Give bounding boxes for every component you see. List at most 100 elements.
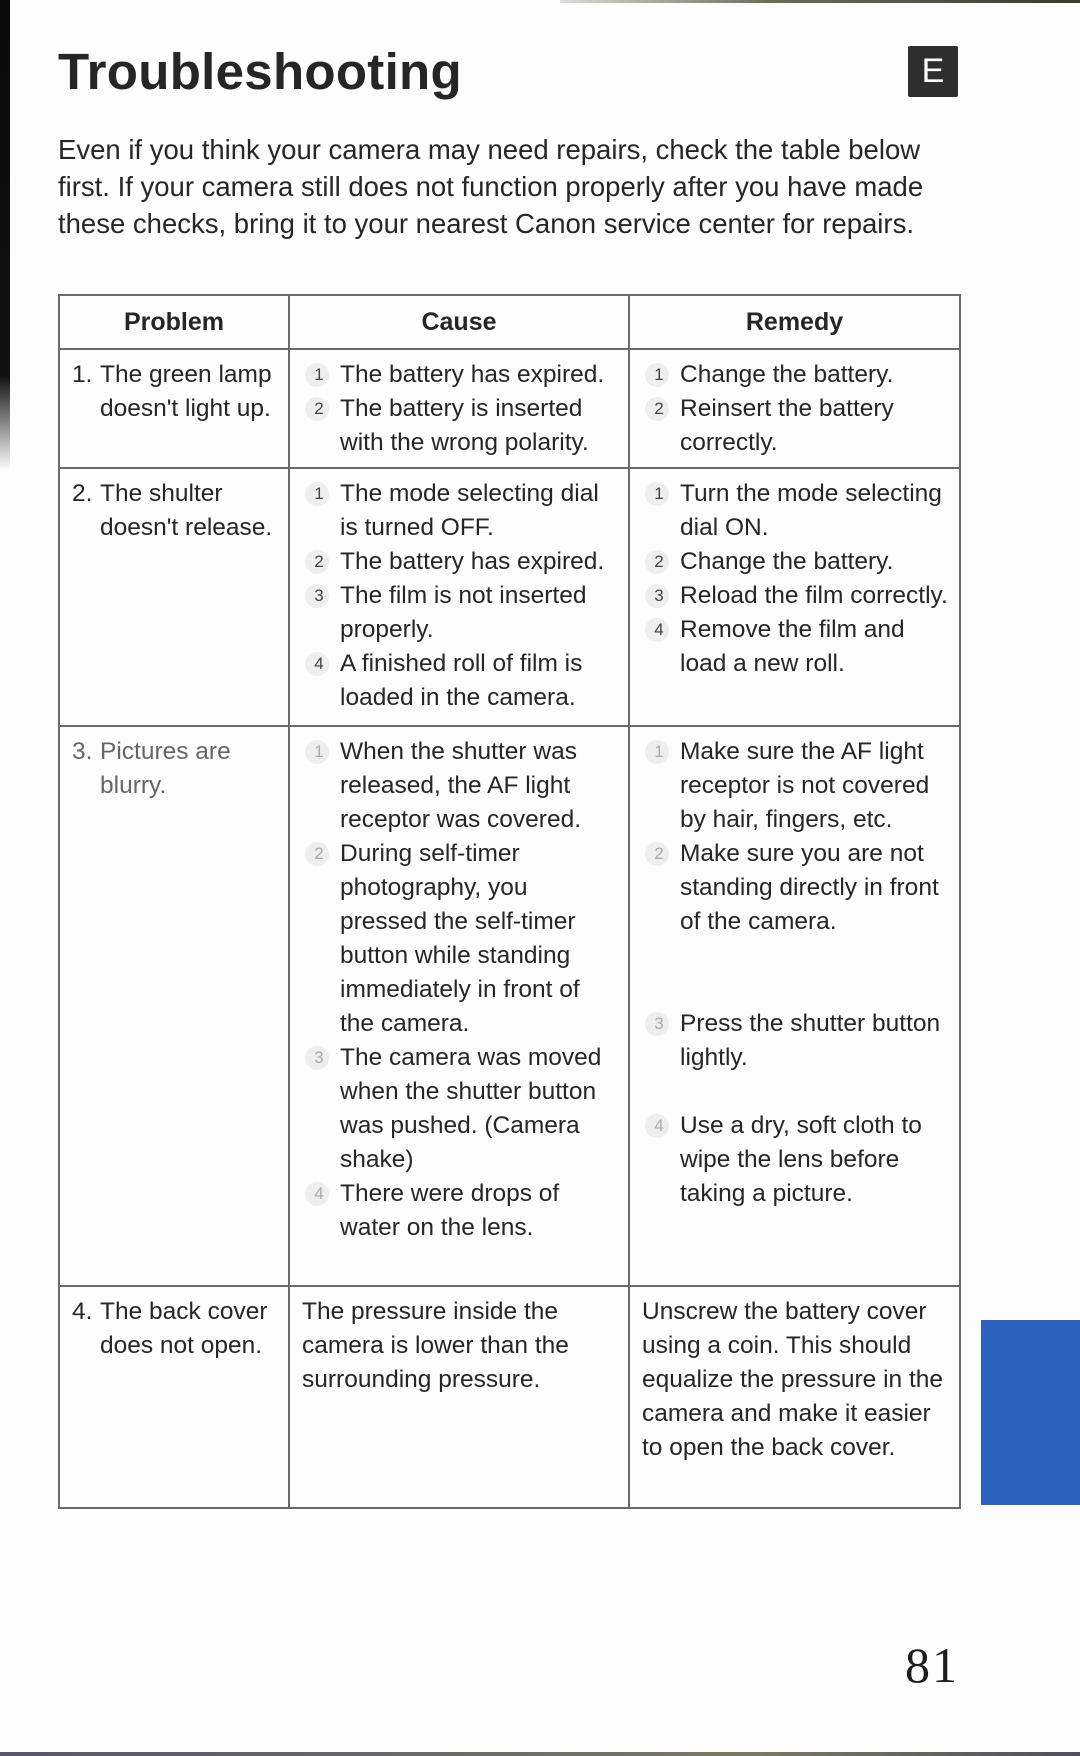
page-number: 81: [905, 1637, 959, 1693]
circled-number-icon: 1: [642, 358, 680, 392]
header-cause: Cause: [288, 294, 630, 350]
cause-text: The battery has expired.: [340, 361, 605, 388]
cause-cell: The pressure inside the camera is lower …: [288, 1285, 630, 1509]
remedy-item: 4 Use a dry, soft cloth to wipe the lens…: [642, 1109, 949, 1211]
circled-number-icon: 2: [642, 837, 680, 939]
remedy-cell: 1 Change the battery. 2 Reinsert the bat…: [628, 348, 961, 469]
problem-cell: 1. The green lamp doesn't light up.: [58, 348, 290, 469]
circled-number-icon: 2: [302, 392, 340, 460]
circled-number-icon: 3: [642, 579, 680, 613]
remedy-cell: 1 Make sure the AF light receptor is not…: [628, 725, 961, 1287]
remedy-text: Unscrew the battery cover using a coin. …: [642, 1298, 943, 1461]
cause-item: 1 The mode selecting dial is turned OFF.: [302, 477, 618, 545]
cause-text: The battery has expired.: [340, 548, 605, 575]
remedy-text: Press the shutter button lightly.: [680, 1010, 941, 1071]
problem-number: 2.: [72, 480, 93, 507]
remedy-text: Change the battery.: [680, 361, 894, 388]
language-badge: E: [908, 46, 958, 97]
cause-item: 1 The battery has expired.: [302, 358, 618, 392]
circled-number-icon: 2: [302, 545, 340, 579]
section-tab: [981, 1320, 1080, 1505]
scan-top-edge: [560, 0, 1080, 3]
cause-item: 2 The battery has expired.: [302, 545, 618, 579]
problem-cell: 2. The shulter doesn't release.: [58, 467, 290, 727]
problem-number: 1.: [72, 361, 93, 388]
header-remedy: Remedy: [628, 294, 961, 350]
page-title: Troubleshooting: [58, 43, 462, 100]
cause-cell: 1 The mode selecting dial is turned OFF.…: [288, 467, 630, 727]
remedy-text: Reload the film correctly.: [680, 582, 948, 609]
problem-number: 4.: [72, 1298, 93, 1325]
cause-cell: 1 The battery has expired. 2 The battery…: [288, 348, 630, 469]
remedy-cell: Unscrew the battery cover using a coin. …: [628, 1285, 961, 1509]
table-row: 1. The green lamp doesn't light up. 1 Th…: [58, 348, 961, 469]
problem-text: The back cover does not open.: [100, 1298, 268, 1359]
cause-text: There were drops of water on the lens.: [340, 1180, 560, 1241]
remedy-item: 2 Reinsert the battery correctly.: [642, 392, 949, 460]
remedy-text: Reinsert the battery correctly.: [680, 395, 894, 456]
circled-number-icon: 2: [302, 837, 340, 1041]
circled-number-icon: 1: [302, 735, 340, 837]
scan-bottom-edge: [0, 1752, 1080, 1756]
problem-text: The shulter doesn't release.: [100, 480, 273, 541]
table-header-row: Problem Cause Remedy: [58, 294, 961, 350]
circled-number-icon: 1: [642, 735, 680, 837]
circled-number-icon: 3: [642, 1007, 680, 1075]
circled-number-icon: 4: [642, 613, 680, 681]
problem-text: The green lamp doesn't light up.: [100, 361, 272, 422]
cause-item: 2 The battery is inserted with the wrong…: [302, 392, 618, 460]
scan-left-edge: [0, 0, 10, 470]
cause-text: The pressure inside the camera is lower …: [302, 1298, 569, 1393]
remedy-item: 2 Make sure you are not standing directl…: [642, 837, 949, 939]
problem-cell: 4. The back cover does not open.: [58, 1285, 290, 1509]
cause-item: 4 There were drops of water on the lens.: [302, 1177, 618, 1245]
cause-text: The film is not inserted properly.: [340, 582, 587, 643]
header-problem: Problem: [58, 294, 290, 350]
remedy-text: Turn the mode selecting dial ON.: [680, 480, 942, 541]
cause-text: When the shutter was released, the AF li…: [340, 738, 582, 833]
cause-text: During self-timer photography, you press…: [340, 840, 580, 1037]
cause-item: 3 The film is not inserted properly.: [302, 579, 618, 647]
problem-number: 3.: [72, 738, 93, 765]
cause-item: 1 When the shutter was released, the AF …: [302, 735, 618, 837]
circled-number-icon: 2: [642, 545, 680, 579]
problem-cell: 3. Pictures are blurry.: [58, 725, 290, 1287]
intro-paragraph: Even if you think your camera may need r…: [58, 134, 924, 239]
circled-number-icon: 4: [302, 647, 340, 715]
cause-text: The battery is inserted with the wrong p…: [340, 395, 589, 456]
circled-number-icon: 3: [302, 1041, 340, 1177]
troubleshooting-table: Problem Cause Remedy 1. The green lamp d…: [58, 294, 961, 1509]
remedy-text: Change the battery.: [680, 548, 894, 575]
remedy-item: 2 Change the battery.: [642, 545, 949, 579]
remedy-cell: 1 Turn the mode selecting dial ON. 2 Cha…: [628, 467, 961, 727]
remedy-text: Make sure the AF light receptor is not c…: [680, 738, 930, 833]
table-row: 3. Pictures are blurry. 1 When the shutt…: [58, 725, 961, 1287]
remedy-item: 1 Turn the mode selecting dial ON.: [642, 477, 949, 545]
remedy-text: Use a dry, soft cloth to wipe the lens b…: [680, 1112, 922, 1207]
table-row: 2. The shulter doesn't release. 1 The mo…: [58, 467, 961, 727]
cause-text: The mode selecting dial is turned OFF.: [340, 480, 599, 541]
cause-cell: 1 When the shutter was released, the AF …: [288, 725, 630, 1287]
circled-number-icon: 1: [302, 477, 340, 545]
cause-item: 4 A finished roll of film is loaded in t…: [302, 647, 618, 715]
cause-item: 3 The camera was moved when the shutter …: [302, 1041, 618, 1177]
circled-number-icon: 1: [302, 358, 340, 392]
circled-number-icon: 4: [642, 1109, 680, 1211]
remedy-item: 1 Change the battery.: [642, 358, 949, 392]
problem-text: Pictures are blurry.: [100, 738, 231, 799]
circled-number-icon: 2: [642, 392, 680, 460]
cause-item: 2 During self-timer photography, you pre…: [302, 837, 618, 1041]
remedy-text: Make sure you are not standing directly …: [680, 840, 939, 935]
remedy-item: 3 Reload the film correctly.: [642, 579, 949, 613]
circled-number-icon: 4: [302, 1177, 340, 1245]
remedy-item: 3 Press the shutter button lightly.: [642, 1007, 949, 1075]
cause-text: A finished roll of film is loaded in the…: [340, 650, 583, 711]
remedy-item: 4 Remove the film and load a new roll.: [642, 613, 949, 681]
circled-number-icon: 1: [642, 477, 680, 545]
cause-text: The camera was moved when the shutter bu…: [340, 1044, 602, 1173]
circled-number-icon: 3: [302, 579, 340, 647]
remedy-text: Remove the film and load a new roll.: [680, 616, 905, 677]
remedy-item: 1 Make sure the AF light receptor is not…: [642, 735, 949, 837]
